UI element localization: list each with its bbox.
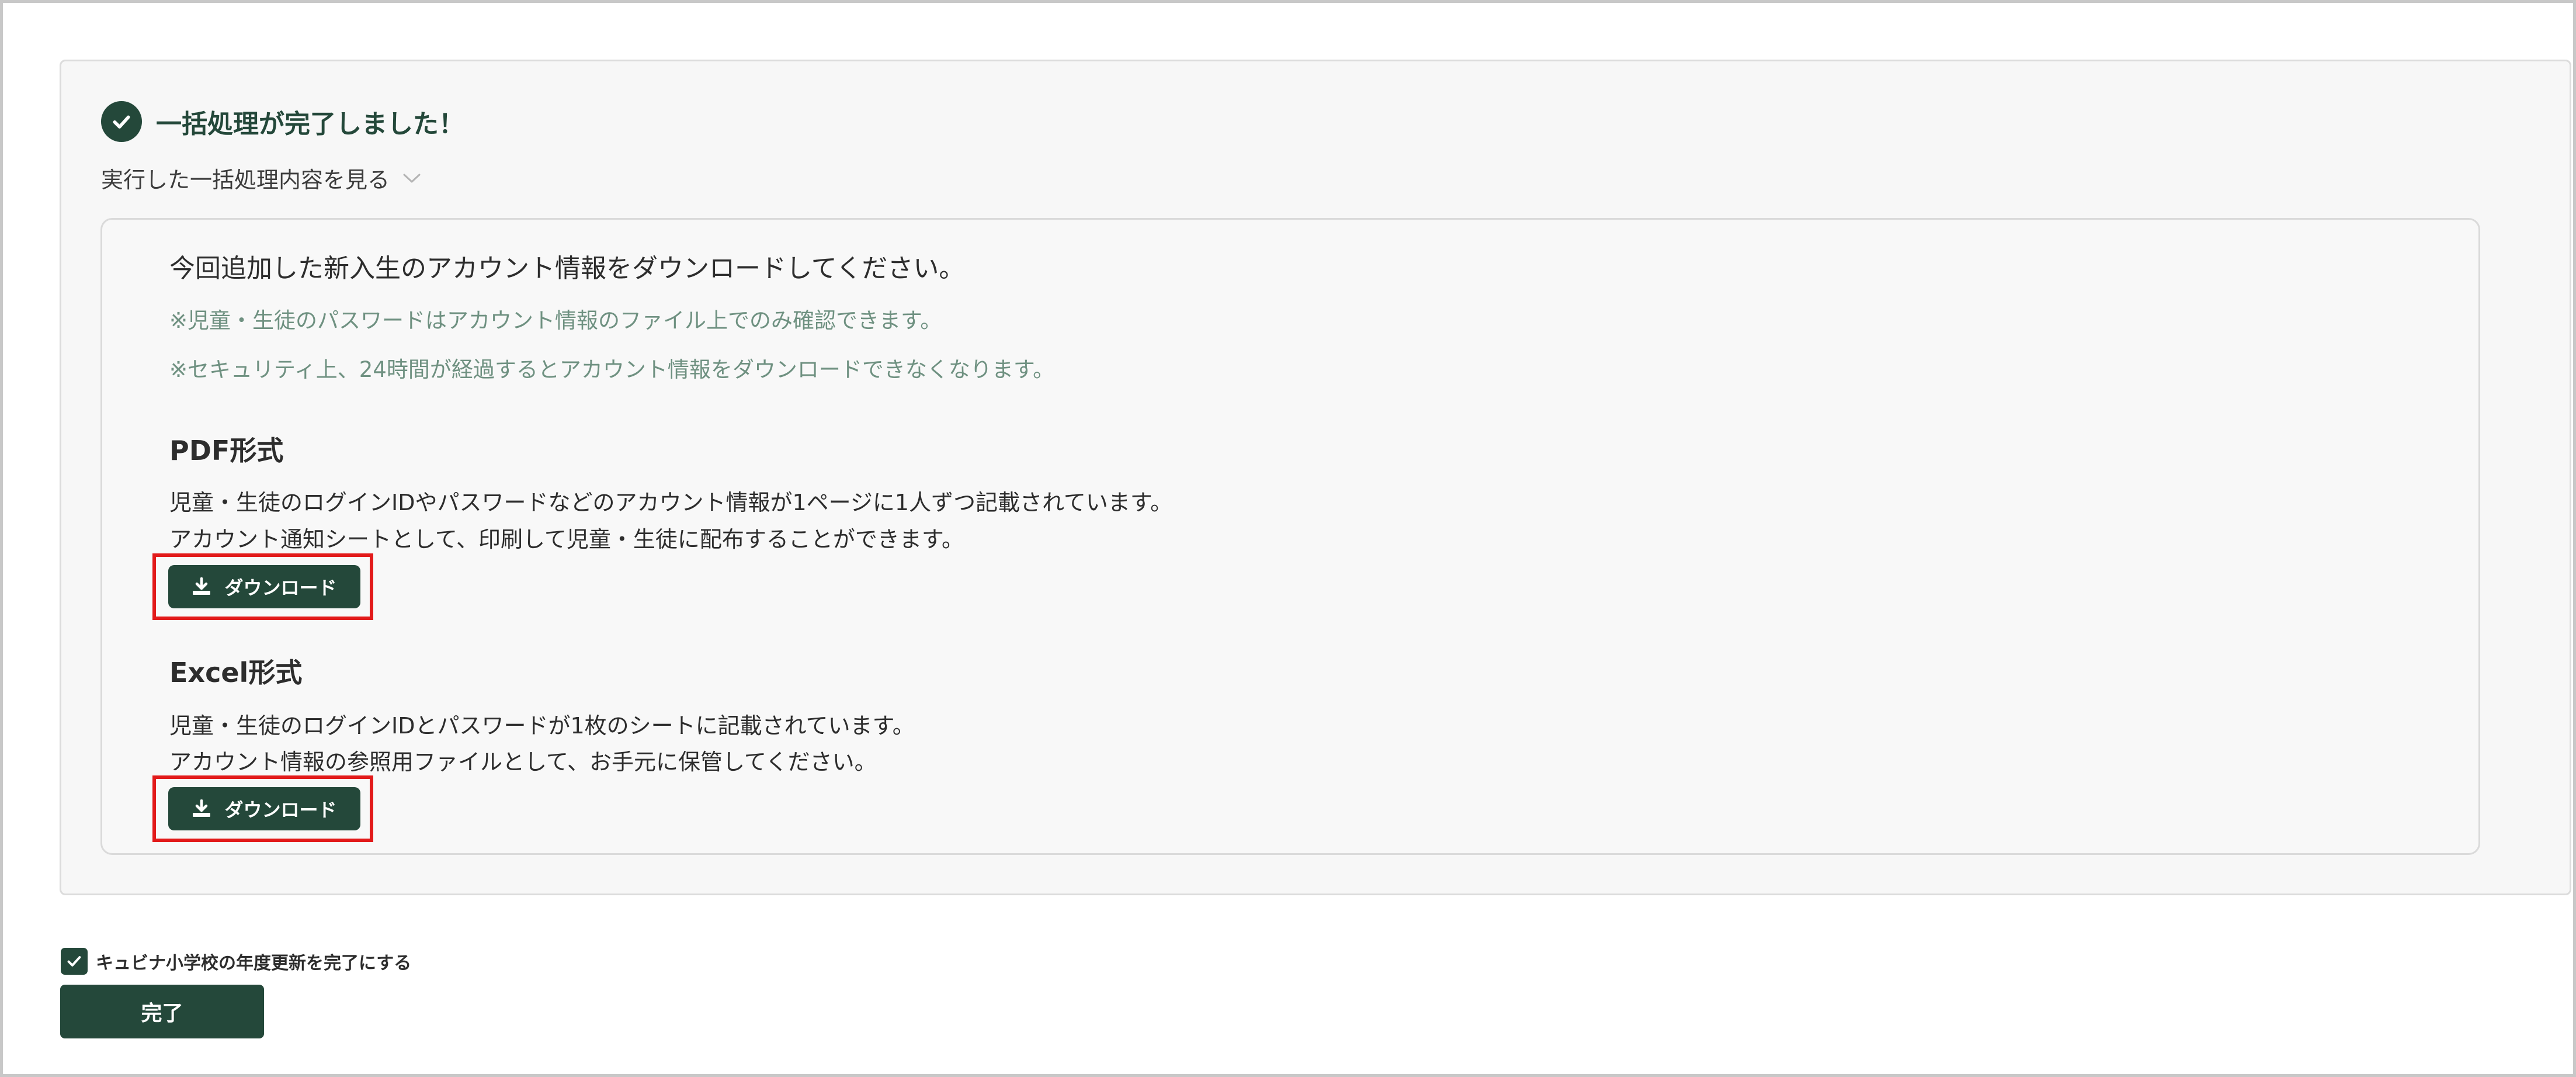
- security-note: ※セキュリティ上、24時間が経過するとアカウント情報をダウンロードできなくなりま…: [169, 357, 1055, 382]
- excel-download-button[interactable]: ダウンロード: [168, 787, 360, 830]
- download-icon: [192, 577, 211, 596]
- success-title: 一括処理が完了しました！: [156, 109, 464, 139]
- window-frame: 一括処理が完了しました！ 実行した一括処理内容を見る 今回追加した新入生のアカウ…: [0, 0, 2576, 1077]
- excel-description-line1: 児童・生徒のログインIDとパスワードが1枚のシートに記載されています。: [169, 713, 915, 739]
- details-toggle[interactable]: 実行した一括処理内容を見る: [101, 162, 421, 194]
- pdf-download-label: ダウンロード: [224, 577, 337, 599]
- complete-update-checkbox-row: キュビナ小学校の年度更新を完了にする: [61, 948, 411, 975]
- checkmark-icon: [67, 956, 81, 967]
- excel-download-label: ダウンロード: [224, 799, 337, 821]
- details-toggle-label: 実行した一括処理内容を見る: [101, 167, 390, 193]
- password-note: ※児童・生徒のパスワードはアカウント情報のファイル上でのみ確認できます。: [169, 308, 942, 333]
- pdf-download-button[interactable]: ダウンロード: [168, 565, 360, 608]
- pdf-description-line2: アカウント通知シートとして、印刷して児童・生徒に配布することができます。: [169, 527, 964, 552]
- complete-update-checkbox[interactable]: [61, 948, 88, 975]
- excel-section-title: Excel形式: [169, 657, 303, 688]
- download-icon: [192, 799, 211, 818]
- excel-description-line2: アカウント情報の参照用ファイルとして、お手元に保管してください。: [169, 749, 877, 775]
- chevron-down-icon: [402, 172, 421, 184]
- check-circle-icon: [101, 101, 142, 142]
- complete-update-checkbox-label: キュビナ小学校の年度更新を完了にする: [96, 953, 412, 974]
- download-lead-text: 今回追加した新入生のアカウント情報をダウンロードしてください。: [169, 254, 965, 283]
- success-header: 一括処理が完了しました！: [101, 101, 464, 142]
- pdf-description-line1: 児童・生徒のログインIDやパスワードなどのアカウント情報が1ページに1人ずつ記載…: [169, 490, 1173, 515]
- done-button[interactable]: 完了: [60, 985, 264, 1038]
- pdf-section-title: PDF形式: [169, 435, 284, 466]
